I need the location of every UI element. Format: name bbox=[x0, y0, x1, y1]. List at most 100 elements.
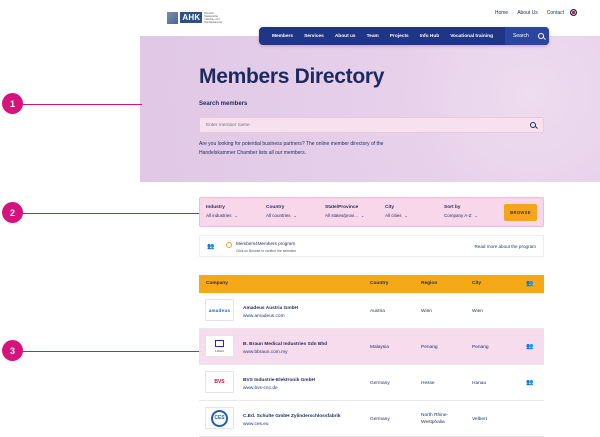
chevron-down-icon: ⌄ bbox=[404, 213, 408, 218]
company-website[interactable]: www.bbraun.com.my bbox=[243, 350, 288, 355]
company-website[interactable]: www.ces.eu bbox=[243, 422, 269, 427]
table-row[interactable]: amadeus Amadeus Austria GmbH www.amadeus… bbox=[199, 293, 544, 329]
header-country: Country bbox=[370, 281, 389, 286]
table-row[interactable]: BVS BVS Industrie-Elektronik GmbH www.bv… bbox=[199, 365, 544, 401]
company-logo: BVS bbox=[205, 371, 234, 393]
members4members-program: 👥 Members4Members program Click on Brows… bbox=[199, 235, 544, 257]
amadeus-logo-text: amadeus bbox=[208, 307, 231, 313]
header-region: Region bbox=[421, 281, 438, 286]
filter-value: All countries ⌄ bbox=[266, 213, 297, 218]
company-country: Germany bbox=[370, 417, 390, 422]
program-read-more-link[interactable]: Read more about the program bbox=[474, 244, 536, 249]
filter-value-text: All countries bbox=[266, 213, 291, 218]
utility-nav: Home About Us Contact bbox=[495, 10, 564, 16]
page: AHK Deutsch-Malaysische Industrie- und H… bbox=[0, 0, 600, 437]
company-name[interactable]: Amadeus Austria GmbH bbox=[243, 306, 298, 311]
chevron-down-icon: ⌄ bbox=[474, 213, 478, 218]
filter-state[interactable]: State/Province All states/provi... ⌄ bbox=[325, 205, 364, 218]
table-row[interactable]: LOGO B. Braun Medical Industries Sdn Bhd… bbox=[199, 329, 544, 365]
people-icon: 👥 bbox=[526, 344, 534, 350]
company-logo: CES bbox=[205, 407, 234, 429]
util-link-home[interactable]: Home bbox=[495, 10, 508, 16]
table-header: Company Country Region City 👥 bbox=[199, 275, 544, 293]
marker-line-3 bbox=[22, 351, 199, 352]
header-company: Company bbox=[206, 281, 228, 286]
logo-subtext: Deutsch-Malaysische Industrie- und Hande… bbox=[204, 11, 223, 24]
company-region: Penang bbox=[421, 345, 438, 350]
filter-value: All states/provi... ⌄ bbox=[325, 213, 364, 218]
people-icon: 👥 bbox=[526, 281, 534, 287]
filter-country[interactable]: Country All countries ⌄ bbox=[266, 205, 297, 218]
search-icon[interactable] bbox=[530, 122, 536, 128]
company-city: Penang bbox=[472, 345, 489, 350]
filter-industry[interactable]: Industry All industries ⌄ bbox=[206, 205, 238, 218]
company-city: Wien bbox=[472, 309, 483, 314]
filter-sort[interactable]: Sort by Company A-Z ⌄ bbox=[444, 205, 478, 218]
bvs-logo-text: BVS bbox=[214, 379, 225, 385]
filter-label: State/Province bbox=[325, 205, 359, 210]
marker-3: 3 bbox=[2, 340, 23, 361]
company-country: Malaysia bbox=[370, 345, 389, 350]
table-row[interactable]: CES C.Ed. Schulte GmbH Zylinderschlossfa… bbox=[199, 401, 544, 437]
company-region: North Rhine-Westphalia bbox=[421, 413, 449, 425]
logo-ahk-text: AHK bbox=[180, 12, 203, 23]
nav-members[interactable]: Members bbox=[272, 34, 293, 39]
company-logo: amadeus bbox=[205, 299, 234, 321]
chevron-down-icon: ⌄ bbox=[361, 213, 365, 218]
filter-city[interactable]: City All cities ⌄ bbox=[385, 205, 408, 218]
chevron-down-icon: ⌄ bbox=[234, 213, 238, 218]
util-link-contact[interactable]: Contact bbox=[547, 10, 564, 16]
marker-line-2 bbox=[22, 213, 199, 214]
company-website[interactable]: www.amadeus.com bbox=[243, 314, 285, 319]
program-note: Click on Browse to confirm the selection bbox=[236, 249, 297, 253]
filter-label: Country bbox=[266, 205, 285, 210]
filter-bar: Industry All industries ⌄ Country All cou… bbox=[199, 197, 544, 227]
nav-team[interactable]: Team bbox=[367, 34, 379, 39]
filter-value-text: All industries bbox=[206, 213, 232, 218]
header-city: City bbox=[472, 281, 482, 286]
browse-button[interactable]: BROWSE bbox=[504, 204, 537, 221]
nav-vocational-training[interactable]: Vocational training bbox=[450, 34, 493, 39]
members-table: Company Country Region City 👥 amadeus Am… bbox=[199, 275, 544, 437]
marker-2: 2 bbox=[2, 202, 23, 223]
company-logo: LOGO bbox=[205, 335, 234, 357]
company-website[interactable]: www.bvs-cnc.de bbox=[243, 386, 278, 391]
filter-value: All industries ⌄ bbox=[206, 213, 238, 218]
program-title: Members4Members program bbox=[236, 241, 296, 246]
member-search-box bbox=[199, 117, 544, 133]
nav-info-hub[interactable]: Info Hub bbox=[420, 34, 439, 39]
language-flag-icon[interactable] bbox=[570, 9, 577, 16]
company-name[interactable]: C.Ed. Schulte GmbH Zylinderschlossfabrik bbox=[243, 414, 341, 419]
company-name[interactable]: B. Braun Medical Industries Sdn Bhd bbox=[243, 342, 327, 347]
nav-services[interactable]: Services bbox=[304, 34, 324, 39]
main-nav: Members Services About us Team Projects … bbox=[259, 27, 549, 45]
company-region: Wien bbox=[421, 309, 432, 314]
search-icon bbox=[537, 33, 544, 39]
member-search-input[interactable] bbox=[206, 122, 526, 128]
hero-description: Are you looking for potential business p… bbox=[199, 141, 384, 156]
company-region: Hesse bbox=[421, 381, 435, 386]
company-country: Germany bbox=[370, 381, 390, 386]
util-link-about[interactable]: About Us bbox=[517, 10, 538, 16]
filter-value-text: All cities bbox=[385, 213, 402, 218]
company-city: Hanau bbox=[472, 381, 487, 386]
company-country: Austria bbox=[370, 309, 385, 314]
filter-value: Company A-Z ⌄ bbox=[444, 213, 478, 218]
company-name[interactable]: BVS Industrie-Elektronik GmbH bbox=[243, 378, 315, 383]
chevron-down-icon: ⌄ bbox=[293, 213, 297, 218]
image-icon bbox=[215, 339, 224, 347]
search-heading: Search members bbox=[199, 101, 248, 107]
nav-about[interactable]: About us bbox=[335, 34, 356, 39]
filter-label: Sort by bbox=[444, 205, 461, 210]
logo-mark-icon bbox=[167, 11, 179, 24]
filter-label: City bbox=[385, 205, 395, 210]
hero-section bbox=[140, 36, 600, 182]
people-icon: 👥 bbox=[526, 380, 534, 386]
program-checkbox[interactable] bbox=[226, 242, 232, 248]
filter-value: All cities ⌄ bbox=[385, 213, 408, 218]
nav-projects[interactable]: Projects bbox=[390, 34, 409, 39]
logo-placeholder: LOGO bbox=[215, 339, 224, 353]
nav-search-button[interactable]: Search bbox=[505, 27, 549, 45]
ahk-logo[interactable]: AHK Deutsch-Malaysische Industrie- und H… bbox=[167, 9, 227, 26]
ces-logo: CES bbox=[211, 409, 228, 427]
